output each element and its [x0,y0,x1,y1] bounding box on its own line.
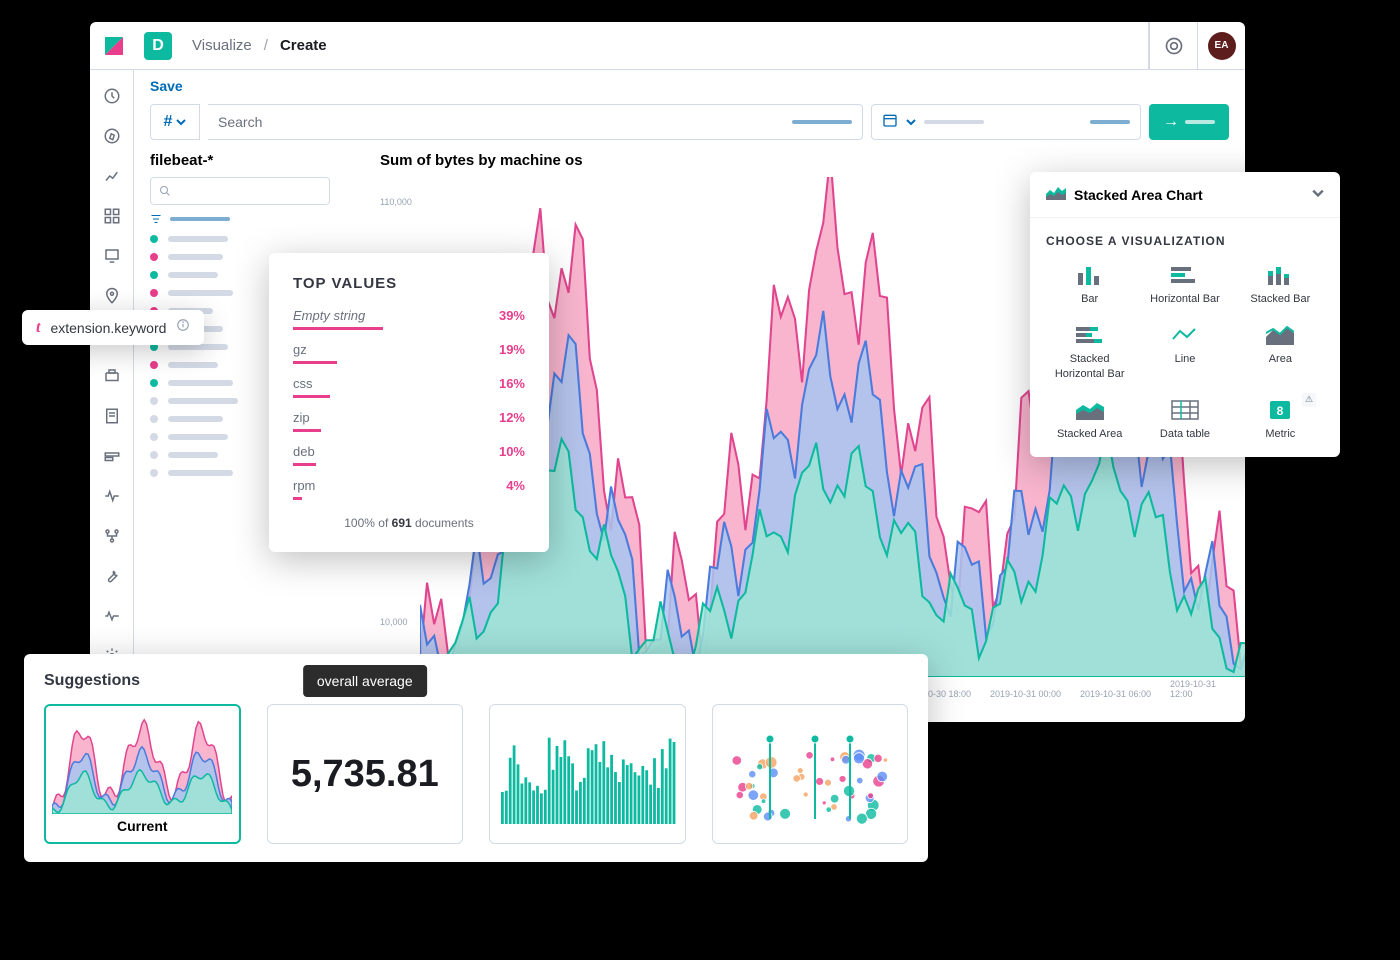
top-values-popover: TOP VALUES Empty string 39% gz 19% css 16% zip… [269,253,549,552]
nav-recent-icon[interactable] [102,86,122,106]
chevron-down-icon[interactable] [1312,186,1324,204]
y-tick: 10,000 [380,617,408,627]
nav-canvas-icon[interactable] [102,246,122,266]
viz-option-metric[interactable]: 8Metric⚠ [1237,399,1324,441]
top-values-title: TOP VALUES [293,275,525,292]
top-value-label: rpm [293,478,315,493]
viz-option-line[interactable]: Line [1141,324,1228,381]
top-value-pct: 10% [499,444,525,459]
top-value-pct: 4% [506,478,525,493]
visualization-chooser: Stacked Area Chart CHOOSE A VISUALIZATIO… [1030,172,1340,457]
current-viz-label: Stacked Area Chart [1074,187,1203,203]
y-tick: 110,000 [380,197,412,207]
calendar-icon [882,112,898,133]
field-filter[interactable] [150,213,348,225]
top-value-pct: 39% [499,308,525,323]
top-value-label: zip [293,410,310,425]
space-badge[interactable]: D [144,32,172,60]
date-picker[interactable] [871,104,1141,140]
top-value-label: gz [293,342,307,357]
chevron-down-icon [906,117,916,127]
search-input[interactable]: Search [208,104,863,140]
x-tick: 2019-10-31 00:00 [990,689,1061,699]
nav-dashboard-icon[interactable] [102,206,122,226]
stacked-area-icon [1046,184,1066,205]
field-name: extension.keyword [50,320,166,336]
viz-option-horizontal-bar[interactable]: Horizontal Bar [1141,264,1228,306]
viz-option-data-table[interactable]: Data table [1141,399,1228,441]
nav-apm-icon[interactable] [102,446,122,466]
nav-infra-icon[interactable] [102,366,122,386]
viz-option-stacked-horizontal-bar[interactable]: Stacked Horizontal Bar [1046,324,1133,381]
suggestion-label: Current [117,818,168,834]
top-value-pct: 16% [499,376,525,391]
nav-devtools-icon[interactable] [102,566,122,586]
field-type-icon: t [36,319,40,337]
nav-siem-icon[interactable] [102,526,122,546]
top-value-pct: 19% [499,342,525,357]
index-pattern-label[interactable]: filebeat-* [150,152,348,169]
viz-option-stacked-area[interactable]: Stacked Area [1046,399,1133,441]
app-logo[interactable] [90,22,138,70]
viz-chooser-heading: CHOOSE A VISUALIZATION [1046,234,1324,248]
top-value-label: css [293,376,313,391]
breadcrumb-separator: / [264,37,268,54]
arrow-right-icon: → [1163,113,1179,131]
top-value-label: deb [293,444,315,459]
nav-discover-icon[interactable] [102,126,122,146]
user-avatar[interactable]: EA [1197,22,1245,70]
help-icon[interactable] [1149,22,1197,70]
save-button[interactable]: Save [150,78,183,94]
suggestions-title: Suggestions [44,672,908,690]
top-values-footer: 100% of 691 documents [293,516,525,530]
top-value-label: Empty string [293,308,365,323]
nav-maps-icon[interactable] [102,286,122,306]
breadcrumb-current: Create [280,37,327,54]
suggestion-metric[interactable]: overall average 5,735.81 [267,704,463,844]
x-tick: 2019-10-31 06:00 [1080,689,1151,699]
svg-text:8: 8 [1277,404,1284,418]
nav-monitoring-icon[interactable] [102,606,122,626]
warning-icon: ⚠ [1302,393,1316,407]
chart-title: Sum of bytes by machine os [380,152,1229,169]
viz-option-stacked-bar[interactable]: Stacked Bar [1237,264,1324,306]
search-icon [159,185,171,197]
breadcrumb-item[interactable]: Visualize [192,37,252,54]
viz-option-bar[interactable]: Bar [1046,264,1133,306]
suggestion-current[interactable]: Current [44,704,241,844]
chevron-down-icon [176,117,186,127]
suggestion-bubble[interactable] [712,704,908,844]
breadcrumb: Visualize / Create [192,37,327,54]
metric-value: 5,735.81 [291,753,439,796]
suggestions-panel: Suggestions Current overall average 5,73… [24,654,928,862]
nav-uptime-icon[interactable] [102,486,122,506]
nav-logs-icon[interactable] [102,406,122,426]
refresh-button[interactable]: → [1149,104,1229,140]
nav-visualize-icon[interactable] [102,166,122,186]
field-list-item[interactable] [150,235,348,243]
field-tooltip: t extension.keyword [22,310,204,345]
filter-icon [150,213,162,225]
x-tick: 2019-10-31 12:00 [1170,679,1229,699]
field-search-input[interactable] [150,177,330,205]
suggestion-bar[interactable] [489,704,685,844]
filter-language-selector[interactable]: # [150,104,200,140]
viz-option-area[interactable]: Area [1237,324,1324,381]
tooltip: overall average [303,665,427,697]
top-value-pct: 12% [499,410,525,425]
info-icon[interactable] [176,318,190,337]
